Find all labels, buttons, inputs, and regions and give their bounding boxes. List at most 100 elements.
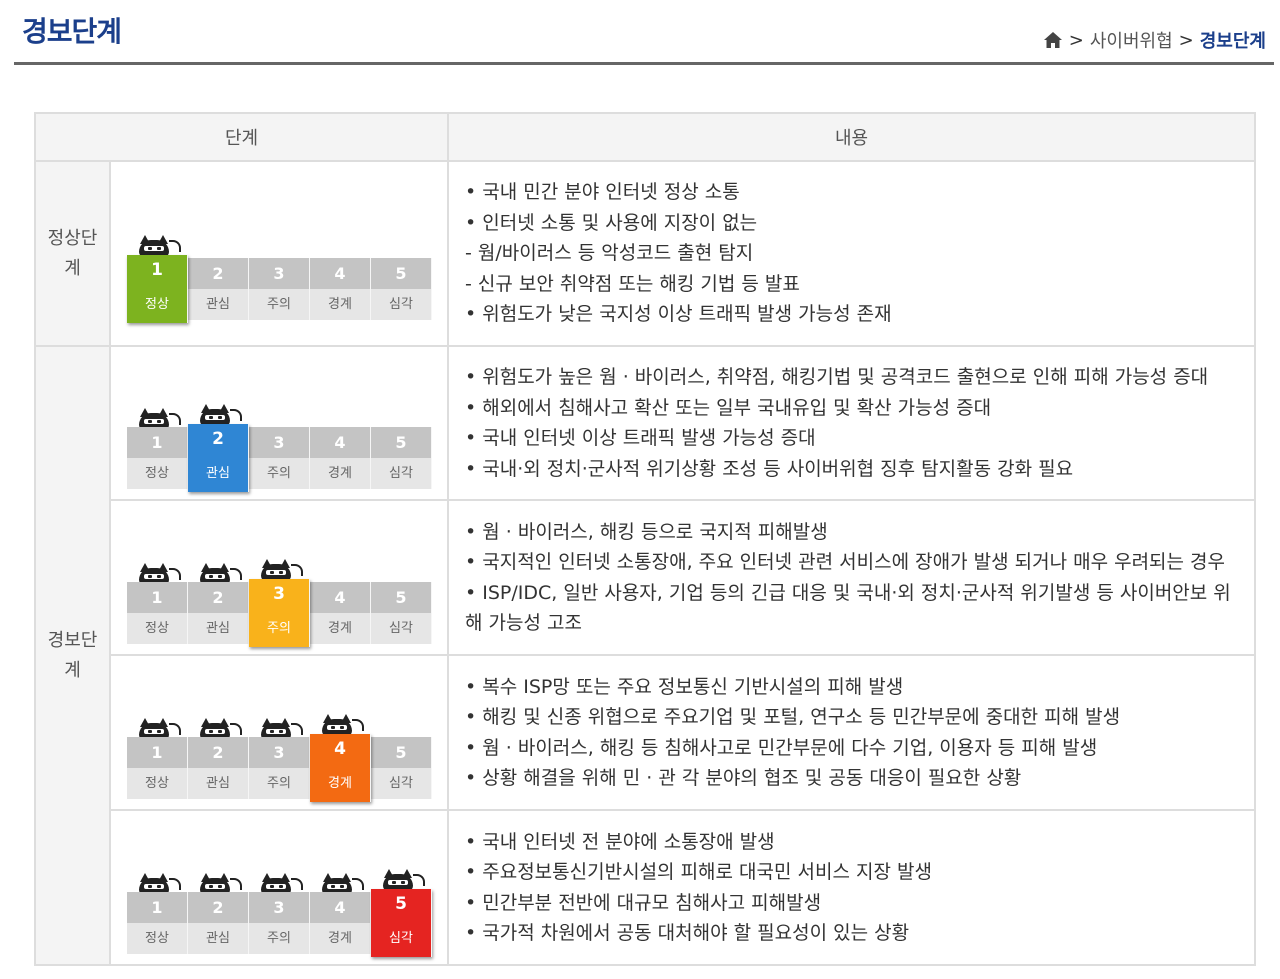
level-number: 4 — [310, 891, 370, 923]
table-row: 1 정상 2 관심 3 주의 4 경계 5 심각 • 국내 인터넷 전 분야에 소통장애 발생 • … — [35, 809, 1256, 966]
page-title: 경보단계 — [22, 15, 122, 48]
breadcrumb-parent[interactable]: 사이버위협 — [1090, 27, 1173, 53]
level-label: 심각 — [371, 612, 431, 644]
level-label: 관심 — [206, 466, 230, 481]
content-line: • 상황 해결을 위해 민 · 관 각 분야의 협조 및 공동 대응이 필요한 … — [465, 767, 1022, 789]
breadcrumb-current: 경보단계 — [1199, 31, 1266, 52]
level-segment: 1 정상 — [127, 891, 188, 954]
level-meter: 1 정상 2 관심 3 주의 4 경계 5 심각 — [127, 424, 432, 492]
level-number: 2 — [188, 581, 248, 613]
level-number: 2 — [212, 429, 224, 449]
level-segment: 4 경계 — [310, 733, 371, 802]
content-line: • 국가적 차원에서 공동 대처해야 할 필요성이 있는 상황 — [465, 922, 910, 944]
level-graphic-cell: 1 정상 2 관심 3 주의 4 경계 5 심각 — [109, 499, 449, 656]
level-label: 심각 — [371, 458, 431, 489]
level-label: 정상 — [127, 922, 187, 954]
level-label: 관심 — [188, 288, 248, 320]
content-line: - 신규 보안 취약점 또는 해킹 기법 등 발표 — [465, 272, 800, 295]
level-segment: 4 경계 — [310, 427, 371, 489]
group-label-alert-text: 경보단 계 — [47, 629, 98, 681]
level-number: 3 — [273, 583, 285, 604]
content-line: • 국지적인 인터넷 소통장애, 주요 인터넷 관련 서비스에 장애가 발생 되… — [465, 551, 1226, 573]
content-cell: • 웜 · 바이러스, 해킹 등으로 국지적 피해발생 • 국지적인 인터넷 소통… — [447, 499, 1256, 656]
content-line: • 인터넷 소통 및 사용에 지장이 없는 — [465, 211, 758, 234]
level-graphic-cell: 1 정상 2 관심 3 주의 4 경계 5 심각 — [109, 654, 449, 811]
level-label: 심각 — [371, 767, 431, 799]
content-line: - 웜/바이러스 등 악성코드 출현 탐지 — [465, 242, 754, 265]
content-line: • 복수 ISP망 또는 주요 정보통신 기반시설의 피해 발생 — [465, 675, 904, 698]
level-segment: 1 정상 — [127, 581, 188, 644]
level-meter-graphic: 1 정상 2 관심 3 주의 4 경계 5 심각 — [125, 671, 435, 802]
level-meter: 1 정상 2 관심 3 주의 4 경계 5 심각 — [127, 888, 432, 957]
level-graphic-cell: 1 정상 2 관심 3 주의 4 경계 5 심각 — [109, 345, 449, 501]
content-line: • 국내 민간 분야 인터넷 정상 소통 — [465, 181, 740, 204]
content-line: • 위험도가 낮은 국지성 이상 트래픽 발생 가능성 존재 — [465, 303, 892, 326]
home-icon[interactable] — [1043, 31, 1063, 49]
level-segment: 3 주의 — [249, 891, 310, 954]
level-number: 4 — [310, 427, 370, 458]
level-label: 경계 — [310, 288, 370, 320]
level-number: 4 — [310, 257, 370, 289]
table-row: 경보단 계 1 정상 2 관심 3 주의 4 경계 5 심각 • 위험도가 높은 웜 · 바이러스,… — [34, 345, 1256, 966]
level-segment: 1 정상 — [127, 427, 188, 489]
level-label: 정상 — [127, 458, 187, 489]
content-cell: • 국내 민간 분야 인터넷 정상 소통 • 인터넷 소통 및 사용에 지장이 없… — [447, 160, 1256, 347]
content-line: • 주요정보통신기반시설의 피해로 대국민 서비스 지장 발생 — [465, 861, 932, 883]
level-segment: 3 주의 — [249, 427, 310, 489]
level-graphic-cell: 1 정상 2 관심 3 주의 4 경계 5 심각 — [109, 160, 449, 347]
level-label: 경계 — [328, 775, 352, 791]
level-segment: 3 주의 — [249, 257, 310, 320]
level-segment: 4 경계 — [310, 581, 371, 644]
level-number: 2 — [188, 736, 248, 768]
table-row: 정상단 계 1 정상 2 관심 3 주의 4 경계 5 심각 • 국내 민간 분야 인터넷 정상 소… — [34, 160, 1256, 347]
group-label-normal-text: 정상단 계 — [47, 227, 98, 279]
level-number: 3 — [249, 427, 309, 458]
level-number: 1 — [127, 427, 187, 458]
breadcrumb: > 사이버위협 > 경보단계 — [1043, 27, 1266, 53]
breadcrumb-separator: > — [1068, 29, 1084, 51]
content-line: • ISP/IDC, 일반 사용자, 기업 등의 긴급 대응 및 국내·외 정치… — [465, 581, 1231, 635]
level-number: 3 — [249, 257, 309, 289]
level-segment: 2 관심 — [188, 736, 249, 799]
level-meter-graphic: 1 정상 2 관심 3 주의 4 경계 5 심각 — [125, 192, 435, 323]
title-divider — [14, 62, 1274, 65]
level-meter: 1 정상 2 관심 3 주의 4 경계 5 심각 — [127, 733, 432, 802]
column-header-stage: 단계 — [34, 112, 449, 162]
level-label: 정상 — [127, 767, 187, 799]
breadcrumb-separator: > — [1178, 29, 1194, 51]
content-line: • 해외에서 침해사고 확산 또는 일부 국내유입 및 확산 가능성 증대 — [465, 396, 992, 419]
column-header-content: 내용 — [447, 112, 1256, 162]
level-segment: 1 정상 — [127, 254, 188, 323]
level-segment: 5 심각 — [371, 736, 432, 799]
level-number: 4 — [310, 581, 370, 613]
level-number: 5 — [371, 736, 431, 768]
content-line: • 국내 인터넷 전 분야에 소통장애 발생 — [465, 830, 775, 853]
level-number: 2 — [188, 257, 248, 289]
group-label-normal: 정상단 계 — [34, 160, 111, 347]
content-line: • 국내 인터넷 이상 트래픽 발생 가능성 증대 — [465, 427, 816, 449]
level-segment: 2 관심 — [188, 257, 249, 320]
level-label: 경계 — [310, 612, 370, 644]
level-number: 1 — [127, 736, 187, 768]
level-meter: 1 정상 2 관심 3 주의 4 경계 5 심각 — [127, 254, 432, 323]
level-meter-graphic: 1 정상 2 관심 3 주의 4 경계 5 심각 — [125, 361, 435, 492]
level-label: 경계 — [310, 922, 370, 954]
level-segment: 2 관심 — [188, 581, 249, 644]
level-segment: 5 심각 — [371, 888, 432, 957]
level-number: 1 — [127, 581, 187, 613]
level-segment: 5 심각 — [371, 581, 432, 644]
table-row: 1 정상 2 관심 3 주의 4 경계 5 심각 • 복수 ISP망 또는 주요 정보통신 기반시… — [35, 654, 1256, 811]
level-number: 5 — [371, 257, 431, 289]
content-line: • 웜 · 바이러스, 해킹 등으로 국지적 피해발생 — [465, 520, 828, 543]
level-label: 심각 — [389, 930, 413, 946]
table-row: 1 정상 2 관심 3 주의 4 경계 5 심각 • 웜 · 바이러스, 해킹 등으로 국지적 피… — [35, 499, 1256, 656]
table-header-row: 단계 내용 — [34, 112, 1256, 162]
level-label: 주의 — [249, 767, 309, 799]
level-number: 4 — [334, 738, 346, 759]
level-segment: 4 경계 — [310, 891, 371, 954]
level-label: 경계 — [310, 458, 370, 489]
level-label: 관심 — [188, 922, 248, 954]
level-number: 2 — [188, 891, 248, 923]
level-label: 정상 — [145, 296, 169, 312]
content-cell: • 위험도가 높은 웜 · 바이러스, 취약점, 해킹기법 및 공격코드 출현으… — [447, 345, 1256, 501]
